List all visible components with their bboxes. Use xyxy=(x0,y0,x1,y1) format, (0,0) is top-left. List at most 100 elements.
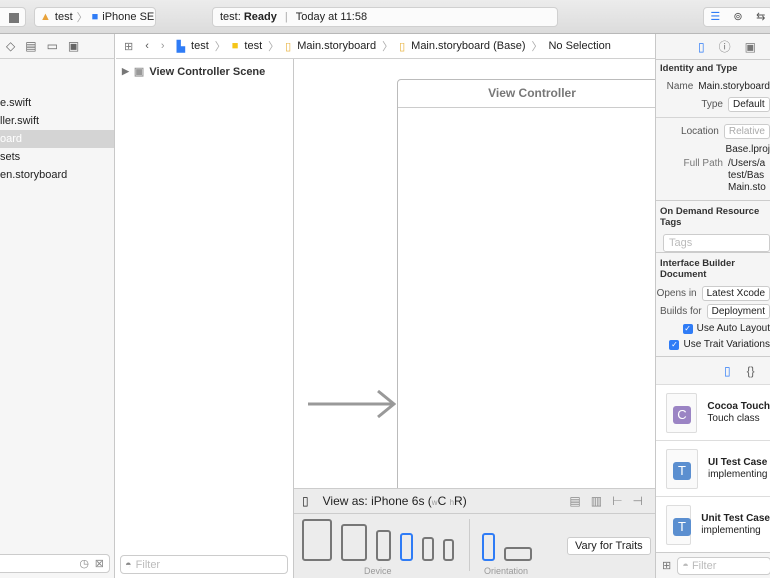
section-title: Interface Builder Document xyxy=(660,258,735,280)
jump-selection[interactable]: No Selection xyxy=(548,40,610,52)
type-popup[interactable]: Default xyxy=(728,96,770,112)
view-controller-scene[interactable]: View Controller xyxy=(397,79,655,488)
project-icon: ▙ xyxy=(176,40,186,53)
scene-icon: ▣ xyxy=(133,66,145,78)
inspector-tabs: ▯ ⓘ ▣ xyxy=(656,34,770,59)
scene-label: View Controller Scene xyxy=(149,65,266,78)
library-item[interactable]: T Unit Test Case implementing xyxy=(656,496,770,552)
library-item[interactable]: T UI Test Case implementing xyxy=(656,440,770,496)
device-icon: ■ xyxy=(91,11,99,23)
jump-folder[interactable]: test xyxy=(244,40,262,52)
library-filter[interactable]: ◓ Filter xyxy=(677,556,770,575)
inspector-panel: ▯ ⓘ ▣ Identity and Type Name Main.storybo… xyxy=(655,34,770,578)
stop-button[interactable] xyxy=(0,7,26,27)
ipad-pro-icon[interactable] xyxy=(302,519,332,561)
scheme-name: test xyxy=(54,11,73,23)
library-filter-bar: ⊞ ◓ Filter xyxy=(656,552,770,578)
assistant-editor-icon[interactable]: ⊚ xyxy=(727,8,750,26)
scheme-selector[interactable]: ▲ test 〉 ■ iPhone SE xyxy=(34,7,156,27)
jump-bar: ⊞ ‹ › ▙ test 〉 ■ test 〉 ▯ Main.storyboard 〉… xyxy=(116,34,655,59)
document-outline: ▶ ▣ View Controller Scene ◓ Filter xyxy=(116,59,294,578)
debug-navigator-icon[interactable]: ▤ xyxy=(25,39,36,53)
code-snippet-library-icon[interactable]: {} xyxy=(747,364,755,378)
test-navigator-icon[interactable]: ◇ xyxy=(6,39,15,53)
storyboard-icon: ▯ xyxy=(399,40,406,53)
toggle-outline-icon[interactable]: ▯ xyxy=(302,494,309,508)
builds-for-popup[interactable]: Deployment xyxy=(706,303,770,319)
disclosure-triangle-icon[interactable]: ▶ xyxy=(122,66,129,77)
file-inspector-icon[interactable]: ▯ xyxy=(698,40,705,54)
file-item[interactable]: e.swift xyxy=(0,94,114,112)
view-as-label[interactable]: View as: iPhone 6s (wC hR) xyxy=(323,494,467,508)
location-popup[interactable]: Relative xyxy=(723,123,770,139)
breakpoint-navigator-icon[interactable]: ▭ xyxy=(47,39,58,53)
version-editor-icon[interactable]: ⇆ xyxy=(749,8,770,26)
toolbar: ▲ test 〉 ■ iPhone SE test: Ready | Today… xyxy=(0,0,770,34)
chevron-right-icon: 〉 xyxy=(214,41,226,53)
tags-field[interactable]: Tags xyxy=(663,234,770,252)
iphone-6s-icon[interactable] xyxy=(400,533,413,561)
initial-view-controller-arrow xyxy=(308,389,396,419)
navigator-filter[interactable]: ◷ ⊠ xyxy=(0,554,110,573)
storyboard-icon: ▯ xyxy=(285,40,292,53)
grid-view-icon[interactable]: ⊞ xyxy=(662,559,671,572)
opens-in-popup[interactable]: Latest Xcode xyxy=(701,285,770,301)
standard-editor-icon[interactable]: ☰ xyxy=(704,8,727,26)
outline-filter[interactable]: ◓ Filter xyxy=(120,555,288,574)
unit-test-case-icon: T xyxy=(666,504,692,545)
scene-title: View Controller xyxy=(398,80,655,108)
auto-layout-checkbox[interactable]: ✓ Use Auto Layout xyxy=(682,323,770,334)
type-label: Type xyxy=(701,98,723,110)
file-item[interactable]: ller.swift xyxy=(0,112,114,130)
cocoa-touch-class-icon: C xyxy=(666,392,698,433)
navigator-tabs: ◇ ▤ ▭ ▣ xyxy=(0,34,114,59)
section-title: Identity and Type xyxy=(660,63,738,74)
name-field[interactable]: Main.storyboard xyxy=(698,81,770,92)
storyboard-canvas[interactable]: View Controller xyxy=(294,59,655,488)
jump-storyboard-base[interactable]: Main.storyboard (Base) xyxy=(411,40,525,52)
forward-icon[interactable]: › xyxy=(161,40,165,52)
landscape-icon[interactable] xyxy=(504,547,532,561)
library-item[interactable]: C Cocoa Touch Touch class xyxy=(656,384,770,440)
location-label: Location xyxy=(681,125,719,137)
status-state: Ready xyxy=(243,11,277,23)
chevron-right-icon: 〉 xyxy=(382,41,394,53)
filter-icon: ◓ xyxy=(682,559,689,572)
scm-filter-icon[interactable]: ⊠ xyxy=(95,557,104,570)
divider xyxy=(469,519,470,571)
fullpath-value: /Users/a test/Bas Main.sto xyxy=(728,158,766,193)
filter-placeholder: Filter xyxy=(135,558,161,571)
iphone-4s-icon[interactable] xyxy=(443,539,454,561)
related-items-icon[interactable]: ⊞ xyxy=(124,40,133,53)
recent-icon[interactable]: ◷ xyxy=(79,557,89,570)
builds-for-label: Builds for xyxy=(659,305,702,317)
ipad-icon[interactable] xyxy=(341,524,367,561)
back-icon[interactable]: ‹ xyxy=(145,40,149,52)
vary-for-traits-button[interactable]: Vary for Traits xyxy=(567,537,651,555)
file-item-selected[interactable]: oard xyxy=(0,130,114,148)
activity-status: test: Ready | Today at 11:58 xyxy=(212,7,558,27)
orientation-label: Orientation xyxy=(484,566,529,576)
scene-row[interactable]: ▶ ▣ View Controller Scene xyxy=(122,65,266,79)
chevron-right-icon: 〉 xyxy=(76,12,88,24)
file-item[interactable]: en.storyboard xyxy=(0,166,114,184)
location-file: Base.lproj xyxy=(725,143,770,155)
status-time: Today at 11:58 xyxy=(295,11,368,23)
portrait-icon[interactable] xyxy=(482,533,495,561)
layout-tools-icons[interactable]: ▤▥⊢⊣ xyxy=(569,494,655,508)
navigator-panel: ◇ ▤ ▭ ▣ e.swift ller.swift oard sets en.… xyxy=(0,34,115,578)
file-item[interactable]: sets xyxy=(0,148,114,166)
folder-icon: ■ xyxy=(231,40,239,52)
device-label: Device xyxy=(364,566,392,576)
identity-inspector-icon[interactable]: ▣ xyxy=(745,40,756,54)
jump-project[interactable]: test xyxy=(191,40,209,52)
iphone-se-icon[interactable] xyxy=(422,537,434,561)
ui-test-case-icon: T xyxy=(666,448,698,489)
jump-storyboard[interactable]: Main.storyboard xyxy=(297,40,376,52)
report-navigator-icon[interactable]: ▣ xyxy=(68,39,79,53)
trait-variations-checkbox[interactable]: ✓ Use Trait Variations xyxy=(669,339,770,350)
file-template-library-icon[interactable]: ▯ xyxy=(724,364,731,378)
quick-help-icon[interactable]: ⓘ xyxy=(719,38,731,55)
iphone-plus-icon[interactable] xyxy=(376,530,391,561)
opens-in-label: Opens in xyxy=(656,287,697,299)
